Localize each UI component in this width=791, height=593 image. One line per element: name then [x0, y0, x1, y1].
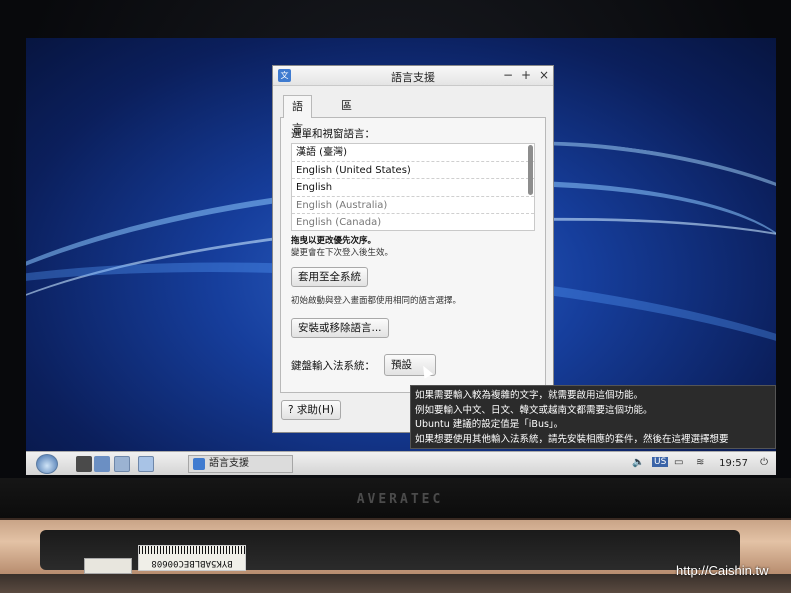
apply-system-wide-button[interactable]: 套用至全系統	[291, 267, 368, 287]
start-menu-icon[interactable]	[36, 454, 58, 474]
list-item[interactable]: 漢語 (臺灣)	[292, 144, 534, 162]
clock[interactable]: 19:57	[719, 458, 748, 469]
taskbar: 語言支援 🔈 US ▭ ≋ 19:57 ⏻	[26, 451, 776, 475]
help-button[interactable]: ? 求助(H)	[281, 400, 342, 420]
install-remove-languages-button[interactable]: 安裝或移除語言...	[291, 318, 389, 338]
close-button[interactable]: ×	[539, 68, 549, 82]
window-titlebar[interactable]: 文 語言支援 − + ×	[273, 66, 553, 86]
keyboard-layout-indicator[interactable]: US	[652, 457, 669, 467]
volume-icon[interactable]: 🔈	[632, 457, 644, 468]
list-scrollbar[interactable]	[528, 145, 533, 195]
help-button-label: 求助(H)	[296, 404, 335, 416]
terminal-icon[interactable]	[76, 456, 92, 472]
desktop-screen: 文 語言支援 − + × 語言 區域格式 選單和視窗語言： 漢語 (臺灣) En…	[26, 38, 776, 475]
serial-sticker: BYK5ABLBEC00608	[138, 545, 246, 571]
list-item[interactable]: English (Australia)	[292, 197, 534, 214]
taskbar-item-language-support[interactable]: 語言支援	[188, 455, 293, 473]
taskbar-item-label: 語言支援	[209, 458, 249, 469]
show-desktop-icon[interactable]	[114, 456, 130, 472]
help-icon: ?	[288, 404, 294, 416]
battery-icon[interactable]: ▭	[674, 457, 683, 468]
input-method-label: 鍵盤輸入法系統：	[291, 360, 375, 372]
workspace-icon[interactable]	[138, 456, 154, 472]
small-sticker	[84, 558, 132, 574]
tab-regional-formats[interactable]: 區域格式	[333, 95, 360, 178]
tooltip-line: 例如要輸入中文、日文、韓文或越南文都需要這個功能。	[415, 404, 653, 416]
drag-hint: 拖曳以更改優先次序。	[291, 236, 377, 246]
menu-language-heading: 選單和視窗語言：	[291, 128, 375, 140]
tooltip-line: Ubuntu 建議的設定值是「iBus」。	[415, 419, 564, 430]
language-app-icon	[193, 458, 205, 470]
watermark: http://Caishin.tw	[676, 563, 769, 578]
photo-stage: 文 語言支援 − + × 語言 區域格式 選單和視窗語言： 漢語 (臺灣) En…	[0, 0, 791, 593]
language-support-window: 文 語言支援 − + × 語言 區域格式 選單和視窗語言： 漢語 (臺灣) En…	[272, 65, 554, 433]
minimize-button[interactable]: −	[503, 68, 513, 82]
tooltip-line: 如果想要使用其他輸入法系統，請先安裝相應的套件，然後在這裡選擇想要	[415, 433, 729, 445]
list-item[interactable]: English (United States)	[292, 162, 534, 179]
wifi-icon[interactable]: ≋	[696, 457, 704, 468]
laptop-brand-logo: AVERATEC	[356, 492, 444, 507]
tooltip-line: 如果需要輸入較為複雜的文字，就需要啟用這個功能。	[415, 390, 644, 401]
apply-hint: 初始啟動與登入畫面都使用相同的語言選擇。	[291, 296, 462, 306]
input-method-tooltip: 如果需要輸入較為複雜的文字，就需要啟用這個功能。 例如要輸入中文、日文、韓文或越…	[410, 385, 776, 449]
language-list[interactable]: 漢語 (臺灣) English (United States) English …	[291, 143, 535, 231]
file-manager-icon[interactable]	[94, 456, 110, 472]
list-item[interactable]: English (Canada)	[292, 214, 534, 230]
input-method-value: 預設	[391, 359, 412, 371]
relogin-hint: 變更會在下次登入後生效。	[291, 248, 394, 258]
power-icon[interactable]: ⏻	[760, 457, 768, 468]
tab-language[interactable]: 語言	[283, 95, 312, 135]
language-panel: 選單和視窗語言： 漢語 (臺灣) English (United States)…	[280, 117, 546, 393]
maximize-button[interactable]: +	[521, 68, 531, 82]
list-item[interactable]: English	[292, 179, 534, 197]
